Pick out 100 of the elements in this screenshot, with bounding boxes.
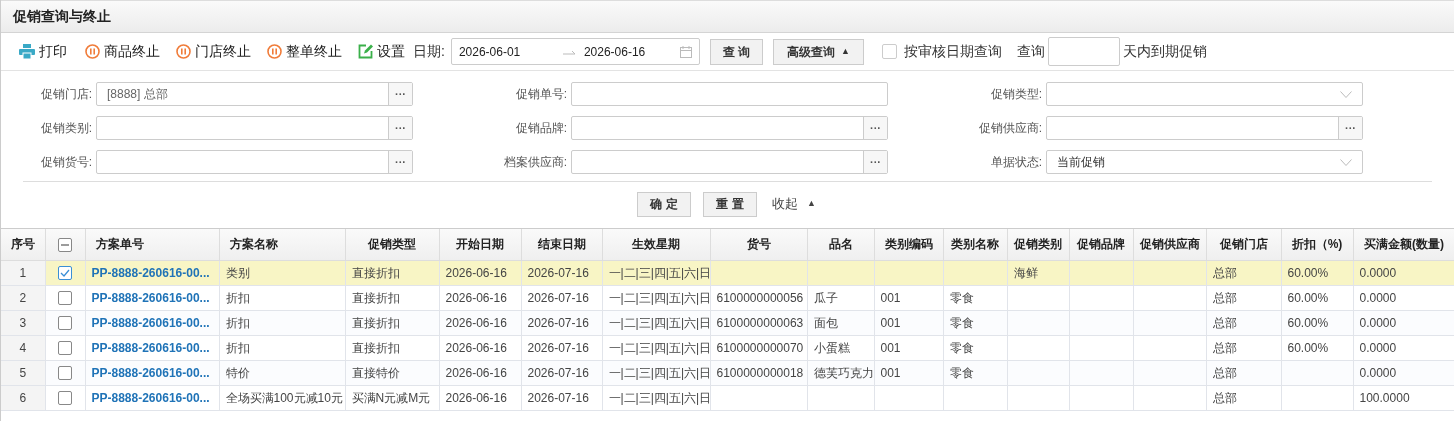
date-range-field[interactable]: 2026-06-01 2026-06-16	[450, 38, 700, 65]
table-cell: 零食	[949, 315, 974, 330]
input-field[interactable]: ···	[96, 116, 413, 140]
checkbox[interactable]	[58, 391, 72, 406]
toolbar-button[interactable]: 商品终止	[85, 41, 160, 62]
picker-button[interactable]: ···	[863, 117, 887, 139]
table-cell: 零食	[949, 290, 974, 305]
table-cell: 一|二|三|四|五|六|日	[608, 315, 709, 330]
table-cell: 2026-06-16	[445, 265, 507, 280]
table-cell: 4	[19, 340, 27, 355]
field-label: 档案供应商:	[502, 154, 568, 171]
table-cell: 2026-06-16	[445, 365, 507, 380]
plan-number-link[interactable]: PP-8888-260616-00...	[91, 315, 210, 330]
table-row[interactable]: 4 PP-8888-260616-00... 折扣 直接折扣 2026-06-16 2026-07-16 一|二|三|四|五|六|日 6100000000070 小蛋糕 001 零食 总部 60.00% 0.0000	[1, 335, 1454, 360]
table-row[interactable]: 3 PP-8888-260616-00... 折扣 直接折扣 2026-06-16 2026-07-16 一|二|三|四|五|六|日 6100000000063 面包 001 零食 总部 60.00% 0.0000	[1, 310, 1454, 335]
table-cell: 2026-07-16	[527, 390, 589, 405]
checkbox[interactable]	[58, 341, 72, 356]
column-header: 促销类型	[368, 237, 416, 252]
reset-button[interactable]: 重 置	[703, 191, 758, 217]
table-cell: 6	[19, 390, 27, 405]
collapse-button[interactable]: 收起 ▲	[772, 194, 816, 214]
table-cell: 折扣	[225, 340, 250, 355]
picker-button[interactable]: ···	[388, 151, 412, 173]
toolbar-button[interactable]: 打印	[19, 41, 67, 62]
input-field[interactable]: ···	[571, 150, 888, 174]
days-suffix-label: 天内到期促销	[1122, 42, 1207, 61]
table-cell: 类别	[225, 265, 250, 280]
table-cell: 60.00%	[1287, 290, 1329, 305]
table-row[interactable]: 5 PP-8888-260616-00... 特价 直接特价 2026-06-16 2026-07-16 一|二|三|四|五|六|日 6100000000018 德芙巧克力 001 零食 总部 0.0000	[1, 360, 1454, 385]
query-button[interactable]: 查 询	[709, 38, 763, 65]
field-label: 促销类别:	[39, 120, 93, 137]
column-header: 类别名称	[951, 237, 999, 252]
plan-number-link[interactable]: PP-8888-260616-00...	[91, 390, 210, 405]
checkbox[interactable]	[58, 238, 72, 253]
table-cell: 总部	[1212, 340, 1237, 355]
table-cell: 1	[19, 265, 27, 280]
dropdown-field[interactable]	[1046, 82, 1363, 106]
table-cell: 6100000000063	[716, 315, 804, 330]
table-cell: 零食	[949, 340, 974, 355]
table-cell: 5	[19, 365, 27, 380]
table-cell: 2026-06-16	[445, 315, 507, 330]
table-cell: 零食	[949, 365, 974, 380]
advanced-query-button[interactable]: 高级查询 ▲	[772, 38, 864, 65]
plan-number-link[interactable]: PP-8888-260616-00...	[91, 265, 210, 280]
column-header: 品名	[828, 237, 853, 252]
checkbox[interactable]	[58, 291, 72, 306]
table-row[interactable]: 1 PP-8888-260616-00... 类别 直接折扣 2026-06-16 2026-07-16 一|二|三|四|五|六|日 海鲜 总部 60.00% 0.0000	[1, 260, 1454, 285]
column-header: 方案名称	[229, 237, 278, 252]
pause-circle-icon	[85, 44, 100, 59]
toolbar-button[interactable]: 整单终止	[267, 41, 342, 62]
input-field[interactable]	[571, 82, 888, 106]
checkbox[interactable]	[58, 266, 72, 281]
printer-icon	[19, 44, 35, 59]
input-field[interactable]: ···	[96, 150, 413, 174]
table-row[interactable]: 6 PP-8888-260616-00... 全场买满100元减10元 买满N元减M元 2026-06-16 2026-07-16 一|二|三|四|五|六|日 总部 100.0000	[1, 385, 1454, 410]
table-cell: 直接折扣	[351, 315, 400, 330]
picker-button[interactable]: ···	[388, 83, 412, 105]
column-header: 促销门店	[1219, 237, 1268, 252]
plan-number-link[interactable]: PP-8888-260616-00...	[91, 365, 210, 380]
confirm-button[interactable]: 确 定	[637, 191, 692, 217]
input-field[interactable]: ···	[571, 116, 888, 140]
table-cell: 2026-07-16	[527, 290, 589, 305]
field-label: 促销品牌:	[514, 120, 568, 137]
table-cell: 2	[19, 290, 27, 305]
table-cell: 6100000000056	[716, 290, 804, 305]
input-field[interactable]: ···	[1046, 116, 1363, 140]
table-row[interactable]: 2 PP-8888-260616-00... 折扣 直接折扣 2026-06-16 2026-07-16 一|二|三|四|五|六|日 6100000000056 瓜子 001 零食 总部 60.00% 0.0000	[1, 285, 1454, 310]
table-cell: 0.0000	[1359, 315, 1397, 330]
toolbar-button[interactable]: 设置	[358, 41, 405, 62]
days-input-field[interactable]	[1047, 37, 1120, 66]
plan-number-link[interactable]: PP-8888-260616-00...	[91, 290, 210, 305]
picker-button[interactable]: ···	[1338, 117, 1362, 139]
field-label: 促销货号:	[39, 154, 93, 171]
table-cell: 总部	[1212, 390, 1237, 405]
picker-button[interactable]: ···	[388, 117, 412, 139]
table-cell: 001	[880, 290, 901, 305]
column-header: 货号	[746, 237, 771, 252]
calendar-icon	[679, 45, 692, 58]
checkbox[interactable]	[881, 44, 897, 59]
column-header: 结束日期	[537, 237, 586, 252]
column-header: 方案单号	[95, 237, 144, 252]
field-label: 促销单号:	[514, 86, 568, 103]
field-label: 促销门店:	[39, 86, 93, 103]
table-cell: 直接特价	[351, 365, 400, 380]
checkbox[interactable]	[58, 316, 72, 331]
picker-button[interactable]: ···	[863, 151, 887, 173]
table-cell: 0.0000	[1359, 290, 1397, 305]
toolbar-button[interactable]: 门店终止	[176, 41, 251, 62]
table-cell: 直接折扣	[351, 340, 400, 355]
check-icon	[60, 269, 70, 278]
table-cell: 总部	[1212, 265, 1237, 280]
plan-number-link[interactable]: PP-8888-260616-00...	[91, 340, 210, 355]
date-label: 日期:	[413, 42, 445, 61]
dropdown-field[interactable]: 当前促销	[1046, 150, 1363, 174]
input-field[interactable]: [8888] 总部 ···	[96, 82, 413, 106]
table-cell: 60.00%	[1287, 265, 1329, 280]
table-cell: 总部	[1212, 315, 1237, 330]
table-cell: 2026-06-16	[445, 290, 507, 305]
checkbox[interactable]	[58, 366, 72, 381]
column-header: 类别编码	[884, 237, 933, 252]
